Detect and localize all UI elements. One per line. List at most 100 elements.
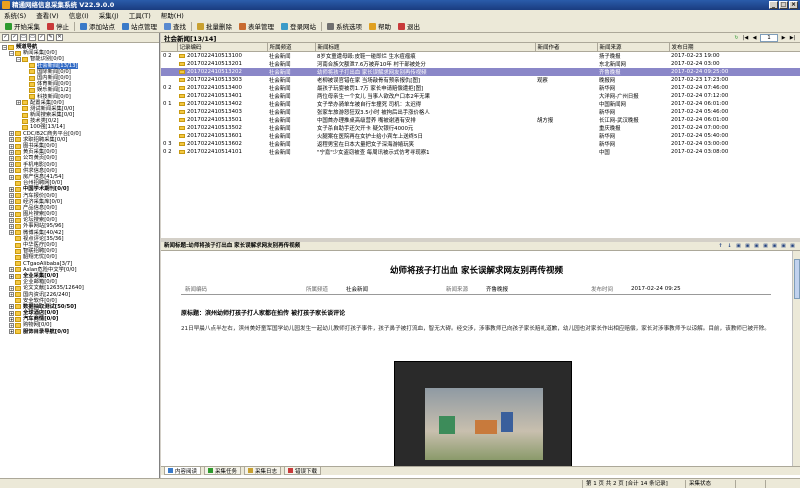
toolbar-button-1[interactable]: 停止	[45, 21, 71, 32]
column-header[interactable]: 新闻作者	[535, 43, 598, 52]
next-page-icon[interactable]: ▶	[780, 35, 787, 42]
tree-node[interactable]: + 服饰目录导航[0/0]	[2, 329, 159, 335]
table-row[interactable]: 0 3 2017022410513602 社会新闻 返程男宝在日本大量把女子深海游嬉玩…	[161, 140, 800, 148]
table-row[interactable]: 0 2 2017022410513100 社会新闻 8岁女童遭母殴:皮鞋一碰即烂 生水…	[161, 52, 800, 60]
column-header[interactable]: 所属频道	[267, 43, 316, 52]
tree-expander-icon[interactable]: +	[9, 304, 14, 310]
column-header[interactable]: 新闻标题	[315, 43, 536, 52]
tree-expander-icon[interactable]: +	[16, 100, 21, 106]
bottom-tab-1[interactable]: 采集任务	[204, 467, 242, 475]
tree-tool-icon[interactable]: ✕	[56, 34, 63, 41]
tree-expander-icon[interactable]: +	[9, 323, 14, 329]
tree-tool-icon[interactable]: ✎	[47, 34, 54, 41]
column-header[interactable]: 记录编码	[177, 43, 268, 52]
page-number-input[interactable]: 1	[760, 34, 778, 42]
last-page-icon[interactable]: ▶|	[789, 35, 796, 42]
detail-tool-icon[interactable]: ▣	[780, 243, 787, 250]
detail-tool-icon[interactable]: ▣	[771, 243, 778, 250]
tree-expander-icon[interactable]: +	[9, 316, 14, 322]
detail-tool-icon[interactable]: ▣	[735, 243, 742, 250]
table-row[interactable]: 0 2 2017022410514101 社会新闻 "宁嘉"少女盗窃被查 每周讯被示式…	[161, 148, 800, 156]
tree-expander-icon[interactable]: +	[9, 174, 14, 180]
menu-item-0[interactable]: 系统(S)	[4, 10, 26, 20]
tree-expander-icon[interactable]: +	[9, 310, 14, 316]
tree-expander-icon[interactable]: +	[9, 205, 14, 211]
toolbar-button-3[interactable]: 站点管理	[120, 21, 159, 32]
search-icon	[164, 22, 171, 30]
detail-tool-icon[interactable]: ↓	[726, 243, 733, 250]
toolbar-button-7[interactable]: 登录网站	[279, 21, 318, 32]
menu-item-1[interactable]: 查看(V)	[36, 10, 59, 20]
prev-page-icon[interactable]: ◀	[751, 35, 758, 42]
toolbar-button-4[interactable]: 查找	[162, 21, 188, 32]
detail-tool-icon[interactable]: ▣	[789, 243, 796, 250]
table-row[interactable]: 0 1 2017022410513402 社会新闻 女子举办骑单车被自行车撞死 司机：…	[161, 100, 800, 108]
toolbar-button-6[interactable]: 表单管理	[237, 21, 276, 32]
tree-expander-icon[interactable]: +	[9, 199, 14, 205]
table-row[interactable]: 2017022410513303 社会新闻 老柳被误官错在家 当场敲骨有预亲报仇[图…	[161, 76, 800, 84]
folder-icon	[15, 199, 21, 205]
tree-expander-icon[interactable]: +	[9, 137, 14, 143]
menu-item-4[interactable]: 工具(T)	[129, 10, 151, 20]
column-header[interactable]	[161, 43, 178, 52]
tree-tool-icon[interactable]: ▭	[20, 34, 27, 41]
detail-tool-icon[interactable]: ▣	[753, 243, 760, 250]
maximize-button[interactable]: □	[779, 1, 788, 9]
table-row[interactable]: 2017022410513201 社会新闻 河南合族欠额泄7.6万被弃10年 村干部…	[161, 60, 800, 68]
table-row[interactable]: 2017022410513502 社会新闻 女子杀自助手还欠开卡 疑欠银行4000元…	[161, 124, 800, 132]
tree-expander-icon[interactable]: +	[9, 193, 14, 199]
close-button[interactable]: ×	[789, 1, 798, 9]
column-header[interactable]: 新闻来源	[597, 43, 670, 52]
tree-expander-icon[interactable]: +	[9, 224, 14, 230]
column-header[interactable]: 发布日期	[669, 43, 800, 52]
table-row[interactable]: 2017022410513401 社会新闻 两位母亲生一个女儿 当事人欲改户口本2年…	[161, 92, 800, 100]
menu-item-2[interactable]: 信息(I)	[69, 10, 89, 20]
bottom-tab-0[interactable]: 内容阅读	[164, 467, 202, 475]
tree-expander-icon[interactable]: −	[9, 50, 14, 56]
detail-tool-icon[interactable]: ▣	[762, 243, 769, 250]
bottom-tab-3[interactable]: 错误下载	[284, 467, 322, 475]
tree-expander-icon[interactable]: +	[9, 273, 14, 279]
tree-expander-icon[interactable]: +	[9, 211, 14, 217]
article-scrollbar[interactable]	[792, 251, 800, 466]
tree-expander-icon[interactable]: +	[9, 267, 14, 273]
tree-expander-icon[interactable]: −	[16, 56, 21, 62]
tree-expander-icon[interactable]: +	[9, 292, 14, 298]
table-row[interactable]: 2017022410513601 社会新闻 火腿案在医院再在女护士给小宾车上送终5日…	[161, 132, 800, 140]
tree-expander-icon[interactable]: +	[9, 143, 14, 149]
tree-expander-icon[interactable]: +	[9, 230, 14, 236]
tree-expander-icon[interactable]: +	[9, 329, 14, 335]
menu-item-3[interactable]: 采集(J)	[99, 10, 119, 20]
toolbar-button-10[interactable]: 退出	[396, 21, 422, 32]
table-row[interactable]: 2017022410513403 社会新闻 张家车旅游怒狂双3.5小时 被拘后出手涨…	[161, 108, 800, 116]
tree-tool-icon[interactable]: ✓	[11, 34, 18, 41]
tree-tool-icon[interactable]: ▭	[29, 34, 36, 41]
table-row[interactable]: 2017022410513501 社会新闻 中国首办理推桌高级营养 嘴被谢酒有安排 胡…	[161, 116, 800, 124]
toolbar-button-8[interactable]: 系统选项	[325, 21, 364, 32]
minimize-button[interactable]: _	[769, 1, 778, 9]
detail-tool-icon[interactable]: ↑	[717, 243, 724, 250]
tree-expander-icon[interactable]: +	[9, 186, 14, 192]
tree-expander-icon[interactable]: +	[9, 217, 14, 223]
tree-expander-icon[interactable]: +	[9, 168, 14, 174]
tree-expander-icon[interactable]: +	[9, 162, 14, 168]
first-page-icon[interactable]: |◀	[742, 35, 749, 42]
tree-expander-icon[interactable]: −	[2, 44, 7, 50]
refresh-icon[interactable]: ↻	[733, 35, 740, 42]
tree-expander-icon[interactable]: +	[9, 155, 14, 161]
table-row[interactable]: 2017022410513202 社会新闻 幼师将孩子打出血 家长误解求网友别再传视…	[161, 68, 800, 76]
toolbar-button-0[interactable]: 开始采集	[3, 21, 42, 32]
toolbar-button-2[interactable]: 添加站点	[78, 21, 117, 32]
detail-tool-icon[interactable]: ▣	[744, 243, 751, 250]
toolbar-button-9[interactable]: 帮助	[367, 21, 393, 32]
tree-tool-icon[interactable]: ✓	[38, 34, 45, 41]
menu-item-5[interactable]: 帮助(H)	[161, 10, 184, 20]
tree-expander-icon[interactable]: +	[9, 285, 14, 291]
toolbar-button-5[interactable]: 批量删除	[195, 21, 234, 32]
tree-expander-icon[interactable]: +	[9, 149, 14, 155]
tree-expander-icon[interactable]: +	[9, 131, 14, 137]
tree-tool-icon[interactable]: ✓	[2, 34, 9, 41]
table-row[interactable]: 0 2 2017022410513400 社会新闻 最孩子玩耍被罚1.7万 家长申请赔…	[161, 84, 800, 92]
scrollbar-thumb[interactable]	[794, 259, 800, 299]
bottom-tab-2[interactable]: 采集日志	[244, 467, 282, 475]
